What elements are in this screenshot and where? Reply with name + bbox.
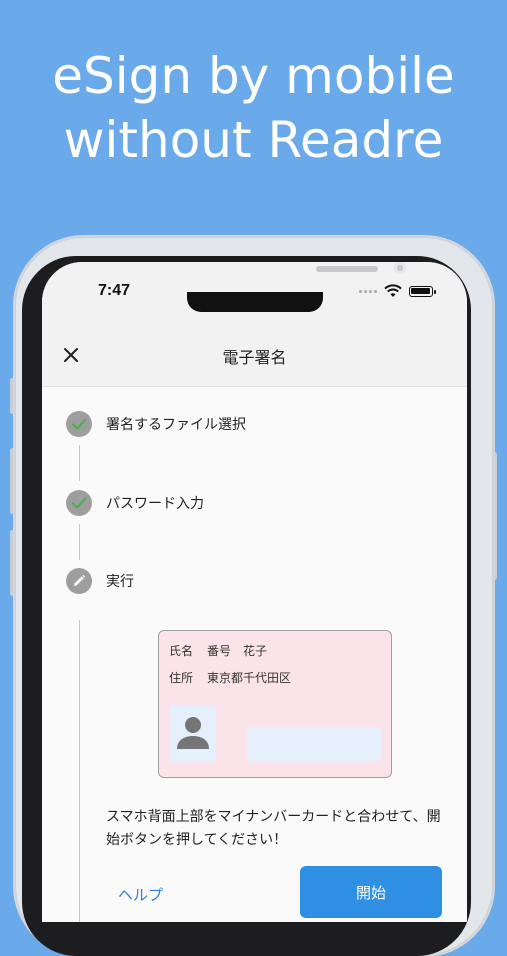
check-icon [71, 497, 87, 509]
navigation-bar: 電子署名 [42, 324, 467, 387]
signal-dots-icon [359, 289, 377, 293]
card-name-row: 氏名 番号 花子 [169, 642, 281, 659]
headline-line-2: without Readre [63, 111, 444, 169]
step-done-indicator [66, 490, 92, 516]
step-label: 実行 [106, 574, 134, 590]
page-title: 電子署名 [222, 348, 287, 367]
card-address-row: 住所 東京都千代田区 [169, 669, 305, 686]
status-time: 7:47 [98, 282, 131, 299]
front-camera [394, 262, 406, 274]
step-file-select: 署名するファイル選択 [66, 411, 246, 437]
my-number-card-illustration: 氏名 番号 花子 住所 東京都千代田区 [158, 630, 392, 778]
status-icons [359, 284, 436, 298]
step-execute: 実行 [66, 568, 134, 594]
step-connector [79, 445, 80, 481]
check-icon [71, 418, 87, 430]
status-bar: 7:47 [42, 262, 467, 324]
phone-screen: 7:47 電子署名 署名するファイル選択 パスワード入力 実行 氏名 番号 花子… [42, 262, 467, 922]
step-connector [79, 620, 80, 922]
person-icon [177, 717, 209, 749]
speaker-grille [316, 266, 378, 272]
notch-cutout [187, 292, 323, 312]
battery-icon [409, 285, 436, 297]
headline-line-1: eSign by mobile [52, 47, 455, 105]
pencil-icon [74, 574, 86, 586]
card-photo [170, 705, 216, 761]
step-label: 署名するファイル選択 [106, 417, 246, 433]
card-name-label: 氏名 [169, 644, 194, 658]
step-password: パスワード入力 [66, 490, 204, 516]
step-label: パスワード入力 [106, 496, 204, 512]
help-link[interactable]: ヘルプ [118, 884, 163, 905]
step-connector [79, 524, 80, 560]
instruction-text: スマホ背面上部をマイナンバーカードと合わせて、開始ボタンを押してください！ [106, 809, 441, 848]
promo-headline: eSign by mobile without Readre [0, 44, 507, 172]
card-chip-area [247, 727, 381, 761]
step-done-indicator [66, 411, 92, 437]
card-address-value: 東京都千代田区 [207, 671, 292, 685]
step-active-indicator [66, 568, 92, 594]
card-name-value: 番号 花子 [207, 644, 268, 658]
card-address-label: 住所 [169, 671, 194, 685]
start-button[interactable]: 開始 [300, 866, 442, 918]
wifi-icon [384, 284, 402, 297]
